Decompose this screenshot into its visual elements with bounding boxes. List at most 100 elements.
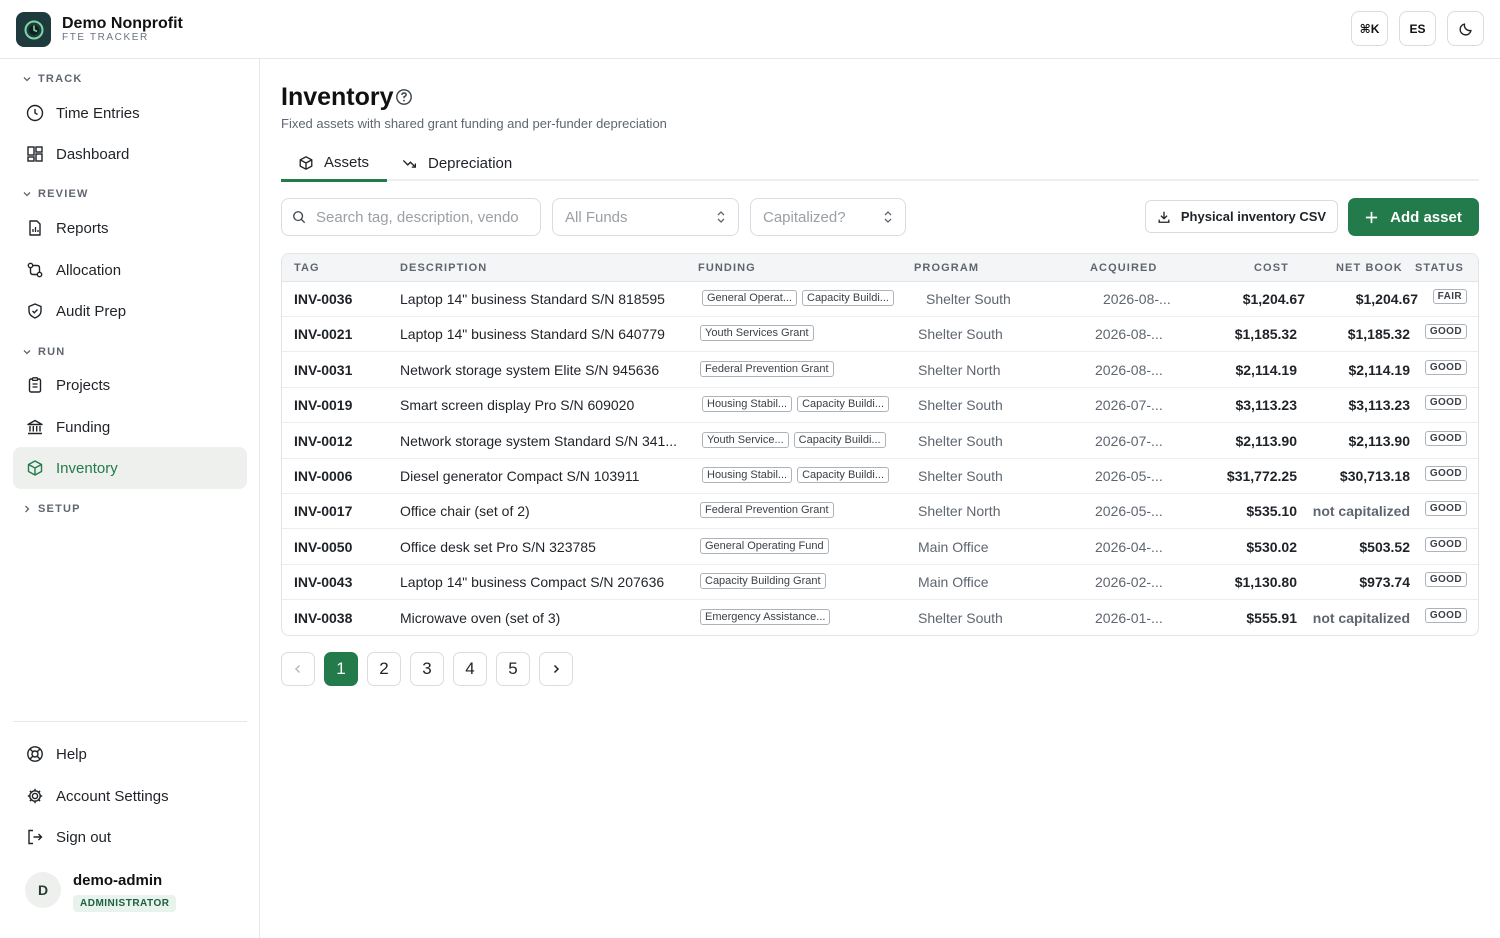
column-tag[interactable]: TAG — [294, 262, 320, 274]
sidebar-item-inventory[interactable]: Inventory — [13, 447, 247, 489]
net-book: $1,204.67 — [1355, 291, 1418, 307]
table-row[interactable]: INV-0038 Microwave oven (set of 3) Emergen… — [282, 601, 1478, 635]
clock-icon — [25, 103, 45, 123]
status-badge: GOOD — [1424, 395, 1467, 411]
search-input[interactable] — [316, 208, 531, 226]
chevron-down-icon — [23, 192, 31, 197]
table-row[interactable]: INV-0043 Laptop 14" business Compact S/N … — [282, 565, 1478, 601]
table-row[interactable]: INV-0031 Network storage system Elite S/N… — [282, 353, 1478, 388]
sidebar-item-audit-prep[interactable]: Audit Prep — [13, 290, 247, 332]
page-title: Inventory — [281, 83, 394, 111]
capitalized-select[interactable]: Capitalized? — [750, 198, 906, 236]
section-setup[interactable]: SETUP — [22, 503, 81, 515]
logo-icon — [24, 20, 43, 39]
program: Main Office — [918, 538, 989, 555]
asset-tag: INV-0006 — [294, 468, 353, 484]
tab-depreciation[interactable]: Depreciation — [402, 146, 512, 181]
net-book: $3,113.23 — [1348, 397, 1410, 414]
net-book: $1,185.32 — [1347, 326, 1410, 343]
page-button-5[interactable]: 5 — [496, 652, 530, 686]
prev-page-button[interactable] — [281, 652, 315, 686]
status-badge: GOOD — [1424, 607, 1467, 623]
funding-chips: Youth Service... Capacity Buildi... — [702, 431, 886, 448]
asset-tag: INV-0017 — [294, 503, 353, 520]
sidebar-item-sign-out[interactable]: Sign out — [13, 816, 247, 858]
table-row[interactable]: INV-0017 Office chair (set of 2) Federal P… — [282, 494, 1478, 530]
table-row[interactable]: INV-0050 Office desk set Pro S/N 323785 Ge… — [282, 530, 1478, 565]
dashboard-icon — [25, 144, 45, 164]
cost: $530.02 — [1246, 538, 1297, 555]
funding-chip: Youth Service... — [702, 431, 789, 448]
brand-logo[interactable] — [16, 12, 51, 47]
box-icon — [25, 458, 45, 478]
asset-tag: INV-0021 — [294, 326, 353, 343]
section-run[interactable]: RUN — [22, 346, 65, 358]
column-description[interactable]: DESCRIPTION — [400, 262, 487, 274]
net-book: not capitalized — [1312, 609, 1410, 626]
physical-inventory-csv-button[interactable]: Physical inventory CSV — [1145, 200, 1338, 233]
help-circle-icon[interactable] — [395, 88, 413, 106]
role-badge: ADMINISTRATOR — [73, 895, 177, 912]
page-button-1[interactable]: 1 — [324, 652, 358, 686]
sidebar-item-allocation[interactable]: Allocation — [13, 249, 247, 291]
asset-description: Office desk set Pro S/N 323785 — [400, 538, 596, 555]
program: Shelter South — [918, 326, 1003, 343]
language-button[interactable]: ES — [1399, 11, 1436, 46]
sidebar-item-account-settings[interactable]: Account Settings — [13, 775, 247, 817]
trend-down-icon — [402, 159, 416, 168]
funding-chip: Capacity Buildi... — [802, 290, 894, 306]
avatar[interactable]: D — [25, 872, 61, 908]
asset-description: Network storage system Standard S/N 341.… — [400, 432, 678, 449]
sidebar-item-projects[interactable]: Projects — [13, 364, 247, 406]
funds-select[interactable]: All Funds — [552, 198, 739, 236]
table-row[interactable]: INV-0019 Smart screen display Pro S/N 609… — [282, 388, 1478, 424]
cost: $1,185.32 — [1234, 326, 1297, 343]
acquired-date: 2026-07-... — [1095, 432, 1163, 449]
funding-chip: Federal Prevention Grant — [700, 502, 834, 519]
column-net-book[interactable]: NET BOOK — [1336, 262, 1403, 274]
program: Shelter South — [918, 468, 1003, 484]
funding-chip: Capacity Buildi... — [797, 467, 890, 483]
sidebar-item-time-entries[interactable]: Time Entries — [13, 92, 247, 134]
asset-description: Smart screen display Pro S/N 609020 — [400, 397, 635, 414]
gear-icon — [25, 786, 45, 806]
command-palette-button[interactable]: ⌘K — [1351, 11, 1388, 46]
theme-toggle-button[interactable] — [1447, 11, 1484, 46]
search-field[interactable] — [281, 198, 541, 236]
add-asset-button[interactable]: Add asset — [1348, 198, 1479, 236]
page-button-4[interactable]: 4 — [453, 652, 487, 686]
asset-description: Laptop 14" business Standard S/N 640779 — [400, 326, 665, 343]
page-button-2[interactable]: 2 — [367, 652, 401, 686]
sign-out-icon — [25, 827, 45, 847]
funding-chip: Capacity Buildi... — [797, 396, 890, 413]
tab-assets[interactable]: Assets — [281, 146, 387, 182]
sidebar-item-help[interactable]: Help — [13, 733, 247, 775]
funding-chip: Housing Stabil... — [702, 396, 793, 413]
section-label: RUN — [38, 346, 66, 358]
section-track[interactable]: TRACK — [22, 73, 83, 85]
column-cost[interactable]: COST — [1254, 262, 1289, 274]
table-row[interactable]: INV-0012 Network storage system Standard … — [282, 424, 1478, 459]
funding-chips: Capacity Building Grant — [700, 573, 826, 590]
column-program[interactable]: PROGRAM — [914, 262, 979, 274]
funding-chips: Housing Stabil... Capacity Buildi... — [702, 467, 890, 483]
program: Shelter North — [918, 361, 1001, 378]
main-content: Inventory Fixed assets with shared grant… — [260, 59, 1500, 938]
acquired-date: 2026-05-... — [1095, 503, 1163, 520]
next-page-button[interactable] — [539, 652, 573, 686]
status-badge: GOOD — [1424, 324, 1467, 340]
column-funding[interactable]: FUNDING — [698, 262, 756, 274]
page-button-3[interactable]: 3 — [410, 652, 444, 686]
column-acquired[interactable]: ACQUIRED — [1090, 262, 1157, 274]
table-row[interactable]: INV-0021 Laptop 14" business Standard S/N… — [282, 317, 1478, 353]
sidebar-item-funding[interactable]: Funding — [13, 406, 247, 448]
table-row[interactable]: INV-0006 Diesel generator Compact S/N 103… — [282, 459, 1478, 494]
funds-select-value: All Funds — [565, 208, 628, 226]
sidebar-item-label: Time Entries — [56, 104, 140, 122]
sidebar-item-reports[interactable]: Reports — [13, 207, 247, 249]
column-status[interactable]: STATUS — [1415, 262, 1464, 274]
section-review[interactable]: REVIEW — [22, 188, 89, 200]
plus-icon — [1366, 211, 1378, 223]
sidebar-item-dashboard[interactable]: Dashboard — [13, 133, 247, 175]
table-row[interactable]: INV-0036 Laptop 14" business Standard S/N… — [282, 282, 1478, 317]
